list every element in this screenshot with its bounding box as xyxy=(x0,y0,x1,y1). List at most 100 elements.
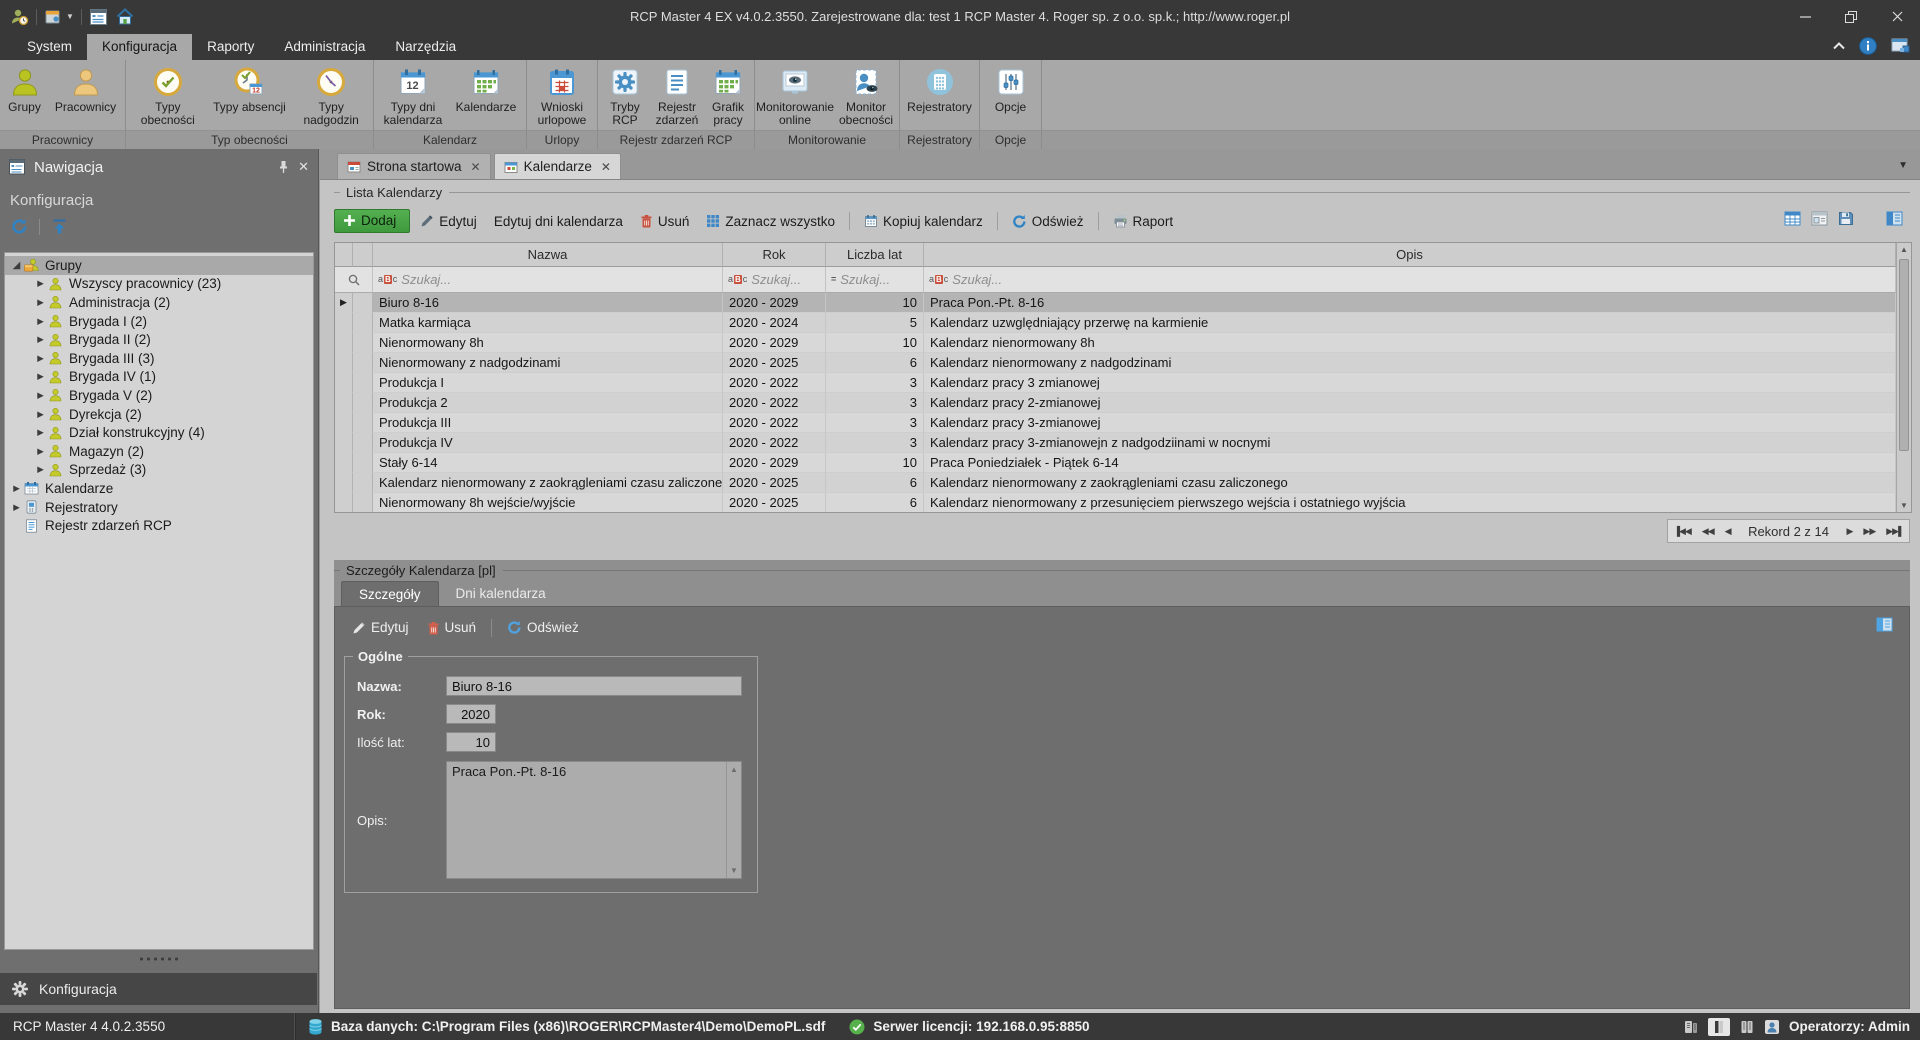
table-row[interactable]: Produkcja 22020 - 20223Kalendarz pracy 2… xyxy=(335,393,1896,413)
tree-item[interactable]: ▶Sprzedaż (3) xyxy=(5,461,313,480)
collapsed-arrow-icon[interactable]: ▶ xyxy=(33,334,48,345)
tab-raporty[interactable]: Raporty xyxy=(192,34,269,60)
table-row[interactable]: Produkcja IV2020 - 20223Kalendarz pracy … xyxy=(335,433,1896,453)
edytuj-dni-kalendarza-button[interactable]: Edytuj dni kalendarza xyxy=(487,210,630,233)
close-tab-icon[interactable]: ✕ xyxy=(601,160,611,174)
cell-liczba-lat[interactable]: 10 xyxy=(826,293,924,313)
filter-rok[interactable]: aBcSzukaj... xyxy=(723,267,826,293)
raport-button[interactable]: Raport xyxy=(1106,210,1181,233)
ribbon-button-tryby-rcp[interactable]: Tryby RCP xyxy=(601,63,649,128)
kopiuj-kalendarz-button[interactable]: Kopiuj kalendarz xyxy=(857,210,990,233)
collapsed-arrow-icon[interactable]: ▶ xyxy=(33,353,48,364)
row-header[interactable] xyxy=(353,453,373,473)
ribbon-button-wnioski-urlopowe[interactable]: Wnioski urlopowe xyxy=(529,63,595,128)
table-row[interactable]: Kalendarz nienormowany z zaokrągleniami … xyxy=(335,473,1896,493)
cell-liczba-lat[interactable]: 3 xyxy=(826,373,924,393)
panel-toggle-icon[interactable] xyxy=(1708,1018,1730,1036)
first-record-button[interactable]: ▐◀◀ xyxy=(1668,526,1696,537)
cell-nazwa[interactable]: Nienormowany 8h xyxy=(373,333,723,353)
home-icon[interactable] xyxy=(115,7,135,26)
tree-item[interactable]: Rejestr zdarzeń RCP xyxy=(5,516,313,535)
cell-opis[interactable]: Kalendarz nienormowany z przesunięciem p… xyxy=(924,493,1896,512)
cell-nazwa[interactable]: Produkcja III xyxy=(373,413,723,433)
ribbon-button-kalendarze[interactable]: Kalendarze xyxy=(449,63,523,114)
tab-szczegoly[interactable]: Szczegóły xyxy=(341,581,439,607)
cell-nazwa[interactable]: Produkcja 2 xyxy=(373,393,723,413)
doc-tab-strona-startowa[interactable]: Strona startowa ✕ xyxy=(337,153,491,179)
table-row[interactable]: Produkcja III2020 - 20223Kalendarz pracy… xyxy=(335,413,1896,433)
cell-rok[interactable]: 2020 - 2025 xyxy=(723,493,826,512)
close-button[interactable] xyxy=(1874,0,1920,33)
usun-button[interactable]: Usuń xyxy=(633,210,697,233)
row-header[interactable] xyxy=(353,473,373,493)
tree-item[interactable]: ▶Dział konstrukcyjny (4) xyxy=(5,423,313,442)
details-odswiez-button[interactable]: Odśwież xyxy=(500,616,586,639)
tree-item[interactable]: ▶Administracja (2) xyxy=(5,293,313,312)
collapsed-arrow-icon[interactable]: ▶ xyxy=(33,446,48,457)
table-row[interactable]: Stały 6-142020 - 202910Praca Poniedziałe… xyxy=(335,453,1896,473)
column-header-rok[interactable]: Rok xyxy=(723,243,826,267)
cell-opis[interactable]: Kalendarz pracy 3-zmianowej xyxy=(924,413,1896,433)
rok-field[interactable] xyxy=(446,704,496,724)
scroll-down-icon[interactable]: ▼ xyxy=(1900,501,1908,510)
cell-opis[interactable]: Praca Pon.-Pt. 8-16 xyxy=(924,293,1896,313)
edytuj-button[interactable]: Edytuj xyxy=(413,210,484,233)
ribbon-button-pracownicy[interactable]: Pracownicy xyxy=(48,63,124,114)
prev-record-button[interactable]: ◀ xyxy=(1719,526,1736,537)
cell-rok[interactable]: 2020 - 2022 xyxy=(723,393,826,413)
help-icon[interactable] xyxy=(1859,37,1877,55)
cell-rok[interactable]: 2020 - 2022 xyxy=(723,433,826,453)
tree-item[interactable]: ▶Brygada III (3) xyxy=(5,349,313,368)
scrollbar-thumb[interactable] xyxy=(1899,259,1909,451)
collapsed-arrow-icon[interactable]: ▶ xyxy=(9,483,24,494)
tab-narzedzia[interactable]: Narzędzia xyxy=(380,34,471,60)
cell-rok[interactable]: 2020 - 2029 xyxy=(723,293,826,313)
ribbon-button-typy-nadgodzin[interactable]: Typy nadgodzin xyxy=(289,63,373,128)
tab-dni-kalendarza[interactable]: Dni kalendarza xyxy=(439,581,563,606)
row-header[interactable] xyxy=(353,333,373,353)
cell-opis[interactable]: Praca Poniedziałek - Piątek 6-14 xyxy=(924,453,1896,473)
cell-nazwa[interactable]: Produkcja I xyxy=(373,373,723,393)
row-header[interactable] xyxy=(353,293,373,313)
ribbon-button-rejestratory[interactable]: Rejestratory xyxy=(902,63,978,114)
search-icon[interactable] xyxy=(335,267,373,293)
row-header[interactable] xyxy=(353,353,373,373)
column-header-liczba-lat[interactable]: Liczba lat xyxy=(826,243,924,267)
ribbon-button-grafik-pracy[interactable]: Grafik pracy xyxy=(705,63,751,128)
ribbon-button-typy-obecnosci[interactable]: Typy obecności xyxy=(126,63,210,128)
cell-liczba-lat[interactable]: 3 xyxy=(826,433,924,453)
customize-panel-icon[interactable] xyxy=(1886,211,1903,226)
collapsed-arrow-icon[interactable]: ▶ xyxy=(33,427,48,438)
nazwa-field[interactable] xyxy=(446,676,742,696)
ribbon-button-typy-dni-kalendarza[interactable]: 12 Typy dni kalendarza xyxy=(377,63,449,128)
table-row[interactable]: Matka karmiąca2020 - 20245Kalendarz uzwg… xyxy=(335,313,1896,333)
reader-terminal-icon[interactable] xyxy=(1683,1019,1699,1035)
table-row[interactable]: Nienormowany 8h wejście/wyjście2020 - 20… xyxy=(335,493,1896,512)
tree-item[interactable]: ▶Brygada IV (1) xyxy=(5,368,313,387)
vertical-scrollbar[interactable]: ▲ ▼ xyxy=(1896,243,1911,512)
cell-opis[interactable]: Kalendarz pracy 3 zmianowej xyxy=(924,373,1896,393)
cell-rok[interactable]: 2020 - 2025 xyxy=(723,353,826,373)
details-usun-button[interactable]: Usuń xyxy=(420,616,484,639)
row-header[interactable] xyxy=(353,373,373,393)
tree-item[interactable]: ▶Rejestratory xyxy=(5,498,313,517)
collapsed-arrow-icon[interactable]: ▶ xyxy=(33,464,48,475)
cell-rok[interactable]: 2020 - 2029 xyxy=(723,453,826,473)
table-row[interactable]: Nienormowany z nadgodzinami2020 - 20256K… xyxy=(335,353,1896,373)
close-tab-icon[interactable]: ✕ xyxy=(471,160,481,174)
cell-liczba-lat[interactable]: 10 xyxy=(826,333,924,353)
card-reader-icon[interactable] xyxy=(1739,1019,1755,1035)
cell-opis[interactable]: Kalendarz pracy 2-zmianowej xyxy=(924,393,1896,413)
cell-nazwa[interactable]: Produkcja IV xyxy=(373,433,723,453)
tree-item[interactable]: ▶Kalendarze xyxy=(5,479,313,498)
collapse-ribbon-icon[interactable] xyxy=(1833,42,1845,50)
doc-tab-kalendarze[interactable]: Kalendarze ✕ xyxy=(494,153,621,179)
opis-scrollbar[interactable]: ▲▼ xyxy=(726,762,741,878)
cell-opis[interactable]: Kalendarz pracy 3-zmianowejn z nadgodzii… xyxy=(924,433,1896,453)
table-row[interactable]: Nienormowany 8h2020 - 202910Kalendarz ni… xyxy=(335,333,1896,353)
next-page-button[interactable]: ▶▶ xyxy=(1858,526,1881,537)
cell-liczba-lat[interactable]: 6 xyxy=(826,353,924,373)
tree-item[interactable]: ▶Magazyn (2) xyxy=(5,442,313,461)
last-record-button[interactable]: ▶▶▌ xyxy=(1881,526,1909,537)
details-edytuj-button[interactable]: Edytuj xyxy=(345,616,416,639)
